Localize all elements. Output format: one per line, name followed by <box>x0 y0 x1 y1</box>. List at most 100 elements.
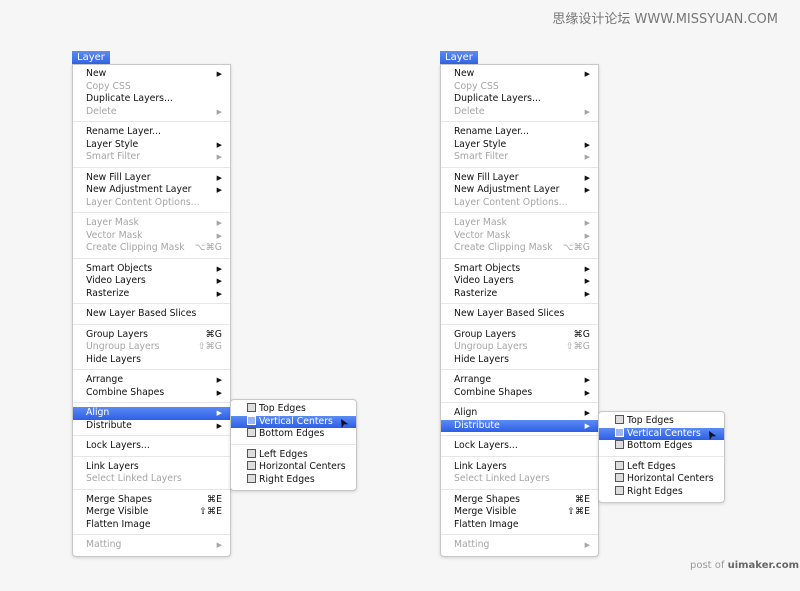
submenu-item-top-edges[interactable]: Top Edges <box>599 415 724 428</box>
menu-item-new-fill-layer[interactable]: New Fill Layer ▶ <box>73 172 230 185</box>
menu-item-delete[interactable]: Delete ▶ <box>73 106 230 119</box>
submenu-item-label: Right Edges <box>627 485 683 497</box>
menu-item-merge-visible[interactable]: Merge Visible ⇧⌘E <box>441 506 598 519</box>
menu-item-label: Flatten Image <box>86 518 151 530</box>
align-top-edges-icon <box>247 403 256 412</box>
menu-item-create-clipping-mask[interactable]: Create Clipping Mask ⌥⌘G <box>441 242 598 255</box>
menu-item-align[interactable]: Align ▶ <box>441 407 598 420</box>
menu-item-group-layers[interactable]: Group Layers ⌘G <box>73 329 230 342</box>
menu-item-smart-filter[interactable]: Smart Filter ▶ <box>73 151 230 164</box>
menu-item-delete[interactable]: Delete ▶ <box>441 106 598 119</box>
menu-separator <box>231 443 356 445</box>
menu-item-link-layers[interactable]: Link Layers <box>73 461 230 474</box>
menu-item-smart-filter[interactable]: Smart Filter ▶ <box>441 151 598 164</box>
menu-item-matting[interactable]: Matting ▶ <box>73 539 230 552</box>
menu-item-label: Delete <box>454 105 485 117</box>
submenu-item-left-edges[interactable]: Left Edges <box>599 460 724 474</box>
submenu-item-top-edges[interactable]: Top Edges <box>231 403 356 416</box>
menu-item-rasterize[interactable]: Rasterize ▶ <box>73 288 230 301</box>
watermark-site: uimaker.com <box>727 560 799 571</box>
menu-item-flatten-image[interactable]: Flatten Image <box>441 519 598 532</box>
submenu-item-bottom-edges[interactable]: Bottom Edges <box>599 440 724 453</box>
menu-item-rename-layer[interactable]: Rename Layer... <box>73 126 230 139</box>
submenu-arrow-icon: ▶ <box>216 140 222 149</box>
menu-item-flatten-image[interactable]: Flatten Image <box>73 519 230 532</box>
menu-item-select-linked-layers[interactable]: Select Linked Layers <box>441 473 598 486</box>
menu-item-combine-shapes[interactable]: Combine Shapes ▶ <box>441 387 598 400</box>
submenu-item-horizontal-centers[interactable]: Horizontal Centers <box>599 473 724 486</box>
menu-item-matting[interactable]: Matting ▶ <box>441 539 598 552</box>
menu-item-video-layers[interactable]: Video Layers ▶ <box>441 275 598 288</box>
submenu-arrow-icon: ▶ <box>584 289 590 298</box>
menu-item-layer-content-options[interactable]: Layer Content Options... <box>441 197 598 210</box>
menu-item-label: Merge Visible <box>86 506 149 517</box>
menu-item-new-adjustment-layer[interactable]: New Adjustment Layer ▶ <box>441 184 598 197</box>
menu-item-layer-style[interactable]: Layer Style ▶ <box>73 139 230 152</box>
menu-item-distribute[interactable]: Distribute ▶ <box>441 419 598 432</box>
menu-item-merge-shapes[interactable]: Merge Shapes ⌘E <box>441 494 598 507</box>
menu-item-rasterize[interactable]: Rasterize ▶ <box>441 288 598 301</box>
submenu-item-right-edges[interactable]: Right Edges <box>231 473 356 487</box>
menu-separator <box>599 455 724 457</box>
submenu-item-right-edges[interactable]: Right Edges <box>599 485 724 499</box>
distribute-right-edges-icon <box>615 485 624 495</box>
menu-item-ungroup-layers[interactable]: Ungroup Layers ⇧⌘G <box>441 341 598 354</box>
menu-item-smart-objects[interactable]: Smart Objects ▶ <box>441 263 598 276</box>
menu-separator <box>441 455 598 457</box>
submenu-item-horizontal-centers[interactable]: Horizontal Centers <box>231 461 356 474</box>
submenu-arrow-icon: ▶ <box>584 376 590 384</box>
layer-menu-title[interactable]: Layer <box>72 51 110 65</box>
submenu-arrow-icon: ▶ <box>584 173 590 182</box>
menu-item-duplicate-layers[interactable]: Duplicate Layers... <box>441 93 598 106</box>
menu-item-new[interactable]: New ▶ <box>441 68 598 81</box>
menu-item-duplicate-layers[interactable]: Duplicate Layers... <box>73 93 230 106</box>
menu-item-hide-layers[interactable]: Hide Layers <box>73 354 230 367</box>
submenu-item-left-edges[interactable]: Left Edges <box>231 448 356 462</box>
menu-item-label: Lock Layers... <box>86 440 150 451</box>
menu-item-label: Vector Mask <box>86 229 143 241</box>
watermark-prefix: post of <box>690 560 728 571</box>
menu-item-layer-mask[interactable]: Layer Mask ▶ <box>441 217 598 230</box>
layer-menu-title[interactable]: Layer <box>440 51 478 65</box>
menu-item-vector-mask[interactable]: Vector Mask ▶ <box>73 230 230 243</box>
menu-item-new-layer-based-slices[interactable]: New Layer Based Slices <box>441 308 598 321</box>
menu-item-label: Flatten Image <box>454 518 519 530</box>
menu-item-layer-content-options[interactable]: Layer Content Options... <box>73 197 230 210</box>
menu-item-new-adjustment-layer[interactable]: New Adjustment Layer ▶ <box>73 184 230 197</box>
menu-item-arrange[interactable]: Arrange ▶ <box>441 374 598 387</box>
menu-item-select-linked-layers[interactable]: Select Linked Layers <box>73 473 230 486</box>
menu-item-arrange[interactable]: Arrange ▶ <box>73 374 230 387</box>
menu-item-video-layers[interactable]: Video Layers ▶ <box>73 275 230 288</box>
menu-item-copy-css[interactable]: Copy CSS <box>73 81 230 94</box>
menu-item-new-fill-layer[interactable]: New Fill Layer ▶ <box>441 172 598 185</box>
menu-item-merge-visible[interactable]: Merge Visible ⇧⌘E <box>73 506 230 519</box>
menu-item-new[interactable]: New ▶ <box>73 68 230 81</box>
menu-item-shortcut: ⇧⌘E <box>567 506 590 517</box>
menu-item-combine-shapes[interactable]: Combine Shapes ▶ <box>73 387 230 400</box>
menu-item-lock-layers[interactable]: Lock Layers... <box>441 440 598 453</box>
menu-item-layer-mask[interactable]: Layer Mask ▶ <box>73 217 230 230</box>
menu-item-label: Combine Shapes <box>86 386 165 398</box>
menu-item-label: Hide Layers <box>86 353 141 365</box>
menu-item-create-clipping-mask[interactable]: Create Clipping Mask ⌥⌘G <box>73 242 230 255</box>
menu-item-vector-mask[interactable]: Vector Mask ▶ <box>441 230 598 243</box>
menu-item-distribute[interactable]: Distribute ▶ <box>73 420 230 433</box>
menu-item-merge-shapes[interactable]: Merge Shapes ⌘E <box>73 494 230 507</box>
menu-item-link-layers[interactable]: Link Layers <box>441 461 598 474</box>
submenu-arrow-icon: ▶ <box>216 277 222 285</box>
submenu-item-bottom-edges[interactable]: Bottom Edges <box>231 428 356 441</box>
menu-item-ungroup-layers[interactable]: Ungroup Layers ⇧⌘G <box>73 341 230 354</box>
menu-item-align[interactable]: Align ▶ <box>73 407 230 420</box>
menu-item-new-layer-based-slices[interactable]: New Layer Based Slices <box>73 308 230 321</box>
submenu-item-label: Vertical Centers <box>627 427 701 439</box>
menu-item-lock-layers[interactable]: Lock Layers... <box>73 440 230 453</box>
menu-item-smart-objects[interactable]: Smart Objects ▶ <box>73 263 230 276</box>
menu-item-layer-style[interactable]: Layer Style ▶ <box>441 139 598 152</box>
menu-item-rename-layer[interactable]: Rename Layer... <box>441 126 598 139</box>
menu-item-shortcut: ⇧⌘E <box>199 506 222 517</box>
menu-item-group-layers[interactable]: Group Layers ⌘G <box>441 329 598 342</box>
menu-item-hide-layers[interactable]: Hide Layers <box>441 354 598 367</box>
menu-item-copy-css[interactable]: Copy CSS <box>441 81 598 94</box>
submenu-arrow-icon: ▶ <box>584 219 590 227</box>
menu-separator <box>73 257 230 259</box>
